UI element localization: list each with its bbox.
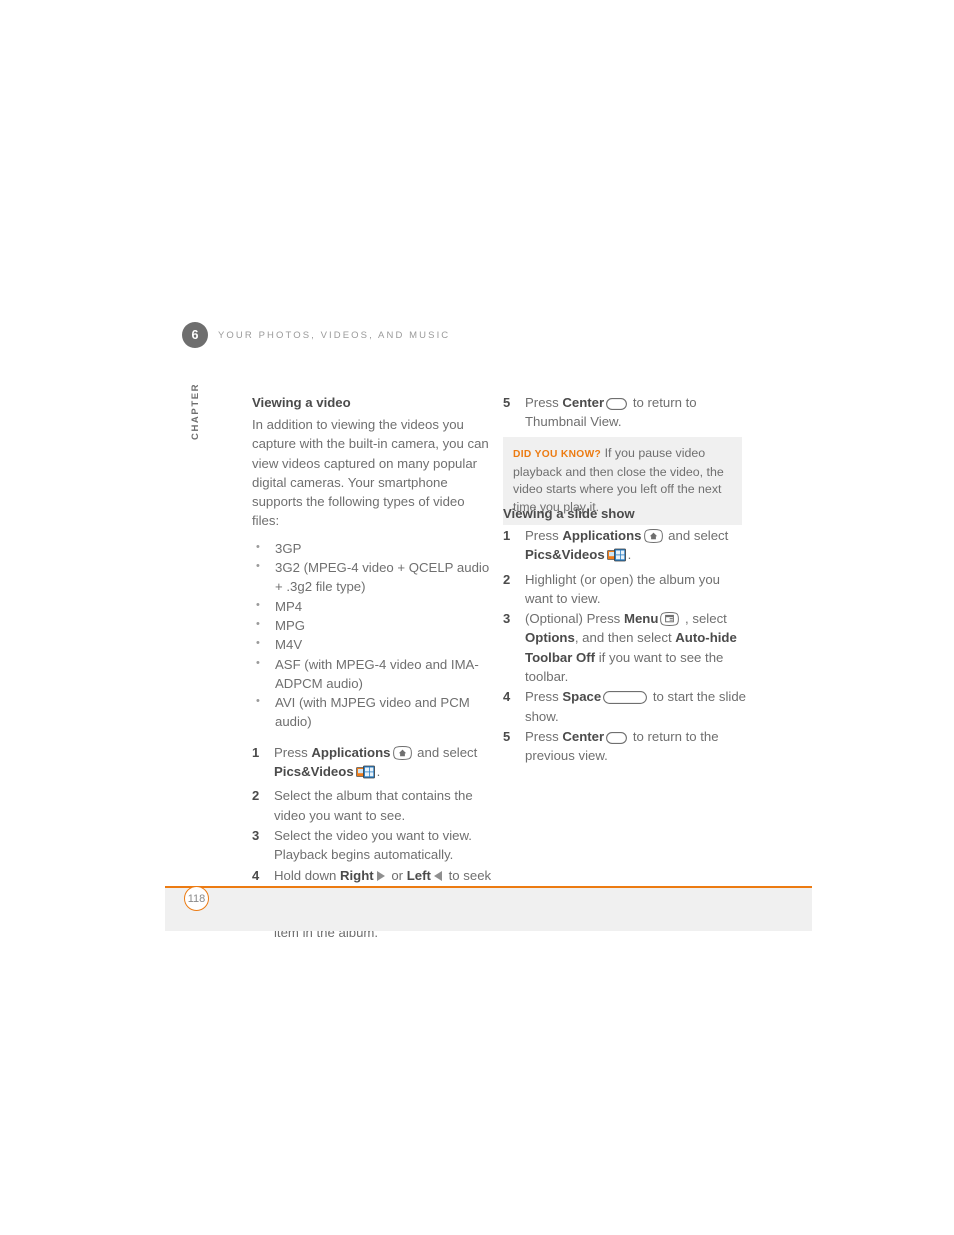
intro-paragraph: In addition to viewing the videos you ca… bbox=[252, 417, 489, 529]
step-text: . bbox=[376, 764, 381, 780]
step-item: 4 Press Space to start the slide show. bbox=[503, 687, 746, 726]
step-item: 3 (Optional) Press Menu , select Options,… bbox=[503, 609, 746, 686]
step-text: Press bbox=[274, 744, 312, 760]
step-text: Select the video you want to view. Playb… bbox=[274, 827, 472, 863]
step-item: 1 Press Applications and select Pics&Vide… bbox=[252, 743, 495, 786]
video-file-types-list: 3GP 3G2 (MPEG-4 video + QCELP audio + .3… bbox=[252, 538, 495, 732]
left-key-label: Left bbox=[406, 867, 431, 883]
page-number: 118 bbox=[184, 886, 209, 911]
step-text: and select bbox=[413, 744, 478, 760]
footer-rule bbox=[165, 886, 812, 888]
document-page: 6 YOUR PHOTOS, VIDEOS, AND MUSIC CHAPTER… bbox=[0, 0, 954, 1235]
pics-videos-label: Pics&Videos bbox=[525, 547, 605, 563]
step-number: 4 bbox=[252, 867, 260, 883]
step-number: 2 bbox=[252, 788, 260, 804]
space-key-label: Space bbox=[562, 689, 602, 705]
step-item: 1 Press Applications and select Pics&Vide… bbox=[503, 526, 746, 569]
list-item: 3GP bbox=[252, 538, 495, 558]
options-label: Options bbox=[525, 630, 575, 646]
step-text: Press bbox=[525, 528, 563, 543]
did-you-know-label: DID YOU KNOW? bbox=[513, 449, 602, 460]
step-item: 5 Press Center to return to Thumbnail Vie… bbox=[503, 393, 746, 432]
step-item: 2 Highlight (or open) the album you want … bbox=[503, 570, 746, 609]
step-item: 2 Select the album that contains the vide… bbox=[252, 786, 495, 825]
list-item: 3G2 (MPEG-4 video + QCELP audio + .3g2 f… bbox=[252, 557, 495, 597]
center-key-label: Center bbox=[562, 395, 605, 410]
step-text: Press bbox=[525, 395, 563, 410]
pics-and-videos-app-icon bbox=[355, 765, 375, 785]
step-text: and select bbox=[664, 528, 729, 543]
pics-and-videos-app-icon bbox=[606, 548, 626, 568]
applications-key-icon bbox=[392, 745, 412, 760]
step-text: Highlight (or open) the album you want t… bbox=[525, 571, 720, 606]
applications-label: Applications bbox=[562, 528, 642, 543]
space-key-icon bbox=[603, 691, 648, 705]
step-number: 1 bbox=[252, 744, 260, 760]
step-number: 2 bbox=[503, 571, 511, 587]
footer-band bbox=[165, 886, 812, 931]
arrow-left-icon bbox=[433, 870, 442, 881]
running-head: 6 YOUR PHOTOS, VIDEOS, AND MUSIC bbox=[182, 322, 450, 348]
list-item: MP4 bbox=[252, 596, 495, 616]
step-text: Press bbox=[525, 728, 563, 744]
step-text: or bbox=[387, 867, 407, 883]
chapter-number-badge: 6 bbox=[182, 322, 208, 348]
step-text: , select bbox=[681, 611, 727, 627]
step-number: 3 bbox=[252, 827, 260, 843]
left-column: Viewing a video In addition to viewing t… bbox=[252, 393, 495, 944]
step-item: 3 Select the video you want to view. Play… bbox=[252, 826, 495, 865]
step-text: , and then select bbox=[574, 630, 676, 646]
step-text: Press bbox=[525, 689, 563, 705]
step-item: 5 Press Center to return to the previous … bbox=[503, 727, 746, 766]
applications-key-icon bbox=[643, 529, 663, 543]
menu-key-icon bbox=[660, 612, 680, 627]
step-text: Hold down bbox=[274, 867, 340, 883]
list-item: AVI (with MJPEG video and PCM audio) bbox=[252, 692, 495, 732]
list-item: ASF (with MPEG-4 video and IMA-ADPCM aud… bbox=[252, 654, 495, 694]
center-key-icon bbox=[606, 398, 628, 410]
step-text: Select the album that contains the video… bbox=[274, 788, 473, 823]
center-key-label: Center bbox=[562, 728, 605, 744]
pics-videos-label: Pics&Videos bbox=[274, 764, 354, 780]
arrow-right-icon bbox=[376, 870, 385, 881]
step-number: 4 bbox=[503, 689, 511, 705]
chapter-vertical-label: CHAPTER bbox=[190, 382, 201, 440]
step-number: 5 bbox=[503, 728, 511, 744]
viewing-a-slide-show-steps: 1 Press Applications and select Pics&Vide… bbox=[503, 526, 746, 766]
applications-label: Applications bbox=[311, 744, 391, 760]
list-item: M4V bbox=[252, 634, 495, 654]
step-text: . bbox=[627, 547, 632, 563]
center-key-icon bbox=[606, 732, 628, 744]
page-title: Viewing a video bbox=[252, 395, 351, 410]
right-column: 5 Press Center to return to Thumbnail Vie… bbox=[503, 393, 746, 433]
step-number: 1 bbox=[503, 528, 511, 543]
slide-show-heading: Viewing a slide show bbox=[503, 506, 635, 521]
menu-key-label: Menu bbox=[623, 611, 659, 627]
right-key-label: Right bbox=[339, 867, 374, 883]
list-item: MPG bbox=[252, 615, 495, 635]
step-text: (Optional) Press bbox=[525, 611, 624, 627]
step-number: 3 bbox=[503, 611, 511, 627]
running-head-title: YOUR PHOTOS, VIDEOS, AND MUSIC bbox=[218, 329, 451, 341]
slide-show-section: Viewing a slide show 1 Press Applications… bbox=[503, 504, 746, 767]
step-number: 5 bbox=[503, 395, 511, 410]
viewing-a-video-steps-continued: 5 Press Center to return to Thumbnail Vie… bbox=[503, 393, 746, 432]
